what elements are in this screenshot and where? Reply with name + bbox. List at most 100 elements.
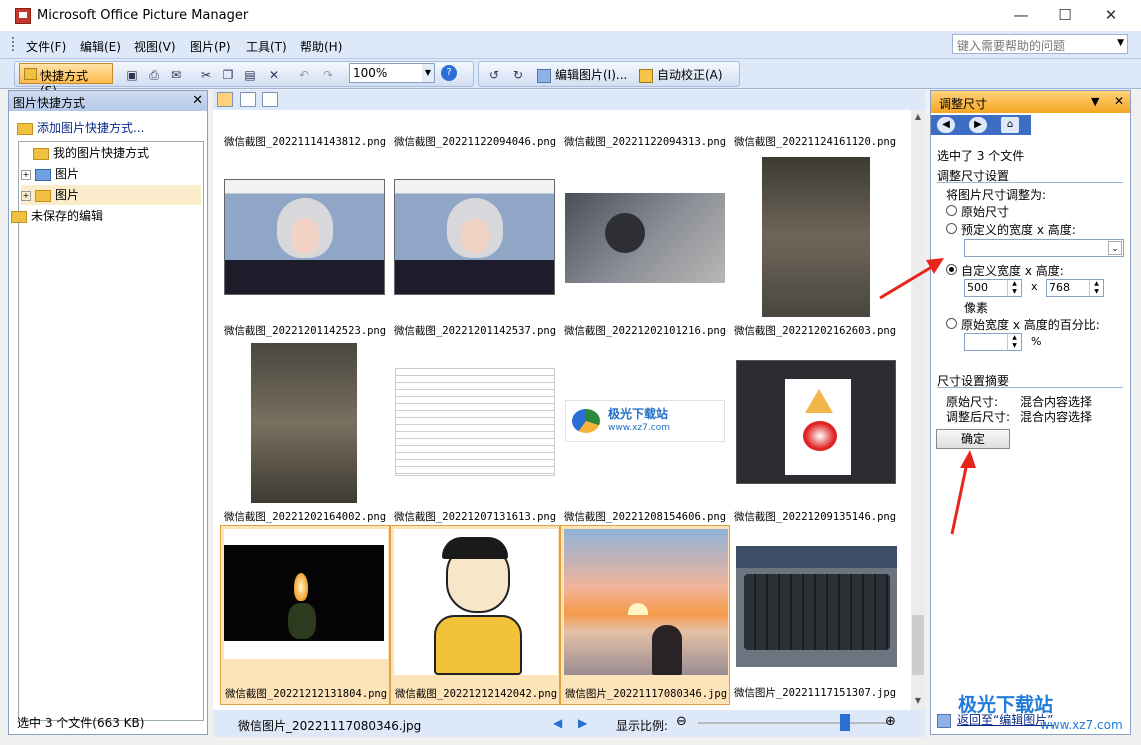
radio-percent[interactable] <box>946 318 957 329</box>
percent-input[interactable]: ▲ ▼ <box>964 333 1022 351</box>
task-pane-nav: ◀ ▶ ⌂ <box>931 115 1031 135</box>
tree-item-label: 图片 <box>55 188 80 202</box>
back-arrow-icon[interactable]: ◀ <box>937 117 955 133</box>
app-icon <box>15 8 31 24</box>
scrollbar-thumb[interactable] <box>912 615 924 675</box>
thumbnail-image <box>394 529 558 675</box>
maximize-button[interactable]: ☐ <box>1042 0 1088 31</box>
chevron-down-icon[interactable]: ▼ <box>422 64 434 82</box>
edit-pictures-button[interactable]: 编辑图片(I)... <box>537 66 627 84</box>
expand-icon[interactable]: + <box>21 169 31 180</box>
menu-view[interactable]: 视图(V) <box>134 38 176 55</box>
scroll-up-icon[interactable]: ▲ <box>911 112 925 121</box>
paste-icon[interactable]: ▤ <box>241 66 259 84</box>
home-icon[interactable]: ⌂ <box>1001 117 1019 133</box>
zoom-out-icon[interactable]: ⊖ <box>676 714 687 729</box>
menu-edit[interactable]: 编辑(E) <box>80 38 121 55</box>
chevron-down-icon[interactable]: ▼ <box>1117 38 1124 48</box>
thumbnail-image <box>564 529 728 675</box>
thumbnail-item[interactable]: 微信截图_20221202164002.png <box>220 341 390 526</box>
option-custom-size[interactable]: 自定义宽度 x 高度: <box>946 262 1126 278</box>
tree-item-pictures-1[interactable]: + 图片 <box>21 164 79 184</box>
folder-icon <box>35 189 51 202</box>
scroll-down-icon[interactable]: ▼ <box>911 696 925 705</box>
expand-icon[interactable]: + <box>21 190 31 201</box>
radio-original[interactable] <box>946 205 957 216</box>
standard-toolbar: 快捷方式(S)... ▣ ⎙ ✉ ✂ ❐ ▤ ✕ ↶ ↷ 100% ▼ ? <box>14 61 474 98</box>
thumbnail-item[interactable]: 微信截图_20221212131804.png <box>220 525 390 705</box>
menu-tools[interactable]: 工具(T) <box>246 38 287 55</box>
option-original-size[interactable]: 原始尺寸 <box>946 203 1126 219</box>
option-percent-size[interactable]: 原始宽度 x 高度的百分比: <box>946 316 1131 332</box>
spinner-icon[interactable]: ▲ ▼ <box>1007 280 1021 296</box>
thumbnail-item[interactable]: 极光下载站 www.xz7.com 微信截图_20221208154606.pn… <box>560 341 730 526</box>
tree-item-label: 图片 <box>55 167 80 181</box>
delete-icon[interactable]: ✕ <box>265 66 283 84</box>
previous-arrow-icon[interactable]: ◀ <box>553 716 562 730</box>
width-value: 500 <box>967 281 988 294</box>
auto-correct-icon <box>639 68 653 83</box>
thumbnail-caption: 微信图片_20221117151307.jpg <box>733 687 897 699</box>
option-label: 预定义的宽度 x 高度: <box>961 223 1076 237</box>
spinner-icon[interactable]: ▲ ▼ <box>1089 280 1103 296</box>
chevron-down-icon[interactable]: ⌄ <box>1108 241 1122 255</box>
predefined-size-select[interactable]: ⌄ <box>964 239 1124 257</box>
shortcut-button[interactable]: 快捷方式(S)... <box>19 63 113 98</box>
save-icon[interactable]: ▣ <box>123 66 141 84</box>
thumbnail-item[interactable]: 微信截图_20221202101216.png <box>560 155 730 340</box>
thumbnail-item[interactable]: 微信截图_20221209135146.png <box>730 341 900 526</box>
height-input[interactable]: 768 ▲ ▼ <box>1046 279 1104 297</box>
tree-item-unsaved-edits[interactable]: 未保存的编辑 <box>11 206 103 226</box>
gallery-scrollbar[interactable]: ▲ ▼ <box>911 110 925 710</box>
close-icon[interactable]: ✕ <box>1114 94 1124 108</box>
title-bar: Microsoft Office Picture Manager — ☐ ✕ <box>0 0 1141 32</box>
thumbnail-item[interactable]: 微信截图_20221201142537.png <box>390 155 560 340</box>
zoom-in-icon[interactable]: ⊕ <box>885 714 896 729</box>
next-arrow-icon[interactable]: ▶ <box>578 716 587 730</box>
resize-pane-header: 调整尺寸 ▼ ✕ <box>931 91 1130 113</box>
auto-correct-button[interactable]: 自动校正(A) <box>639 66 723 84</box>
menu-picture[interactable]: 图片(P) <box>190 38 231 55</box>
tree-item-pictures-2[interactable]: + 图片 <box>21 185 201 205</box>
zoom-slider-thumb[interactable] <box>840 714 850 731</box>
print-icon[interactable]: ⎙ <box>145 66 163 84</box>
option-predefined-size[interactable]: 预定义的宽度 x 高度: <box>946 221 1126 237</box>
thumbnail-item[interactable]: 微信图片_20221117080346.jpg <box>560 525 730 705</box>
zoom-select[interactable]: 100% ▼ <box>349 63 435 83</box>
mail-icon[interactable]: ✉ <box>167 66 185 84</box>
rotate-left-icon[interactable]: ↺ <box>485 66 503 84</box>
help-search-input[interactable]: 键入需要帮助的问题 ▼ <box>952 34 1128 54</box>
new-size-label: 调整后尺寸: <box>946 410 1011 424</box>
thumbnail-image <box>762 157 870 317</box>
resize-to-label: 将图片尺寸调整为: <box>946 188 1047 202</box>
copy-icon[interactable]: ❐ <box>219 66 237 84</box>
forward-arrow-icon[interactable]: ▶ <box>969 117 987 133</box>
undo-icon[interactable]: ↶ <box>295 66 313 84</box>
width-input[interactable]: 500 ▲ ▼ <box>964 279 1022 297</box>
radio-predefined[interactable] <box>946 223 957 234</box>
chevron-down-icon[interactable]: ▼ <box>1091 95 1099 108</box>
close-button[interactable]: ✕ <box>1088 0 1134 31</box>
thumbnail-item[interactable]: 微信截图_20221207131613.png <box>390 341 560 526</box>
redo-icon[interactable]: ↷ <box>319 66 337 84</box>
thumbnail-item[interactable]: 微信截图_20221212142042.png <box>390 525 560 705</box>
spinner-icon[interactable]: ▲ ▼ <box>1007 334 1021 350</box>
close-icon[interactable]: ✕ <box>192 93 203 108</box>
cut-icon[interactable]: ✂ <box>197 66 215 84</box>
thumbnail-view-icon[interactable] <box>217 92 233 107</box>
tree-item-my-shortcuts[interactable]: 我的图片快捷方式 <box>21 143 149 163</box>
resize-pane-title: 调整尺寸 <box>939 97 988 111</box>
filmstrip-view-icon[interactable] <box>240 92 256 107</box>
help-icon[interactable]: ? <box>441 65 457 81</box>
menu-help[interactable]: 帮助(H) <box>300 38 342 55</box>
shortcuts-pane-header: 图片快捷方式 ✕ <box>9 91 207 111</box>
rotate-right-icon[interactable]: ↻ <box>509 66 527 84</box>
menubar-grip <box>12 37 17 51</box>
zoom-slider-track[interactable] <box>698 722 888 724</box>
thumbnail-item[interactable]: 微信截图_20221201142523.png <box>220 155 390 340</box>
add-shortcut-link[interactable]: 添加图片快捷方式... <box>17 119 144 136</box>
menu-file[interactable]: 文件(F) <box>26 38 66 55</box>
thumbnail-item[interactable]: 微信图片_20221117151307.jpg <box>730 525 900 705</box>
single-view-icon[interactable] <box>262 92 278 107</box>
minimize-button[interactable]: — <box>998 0 1044 31</box>
